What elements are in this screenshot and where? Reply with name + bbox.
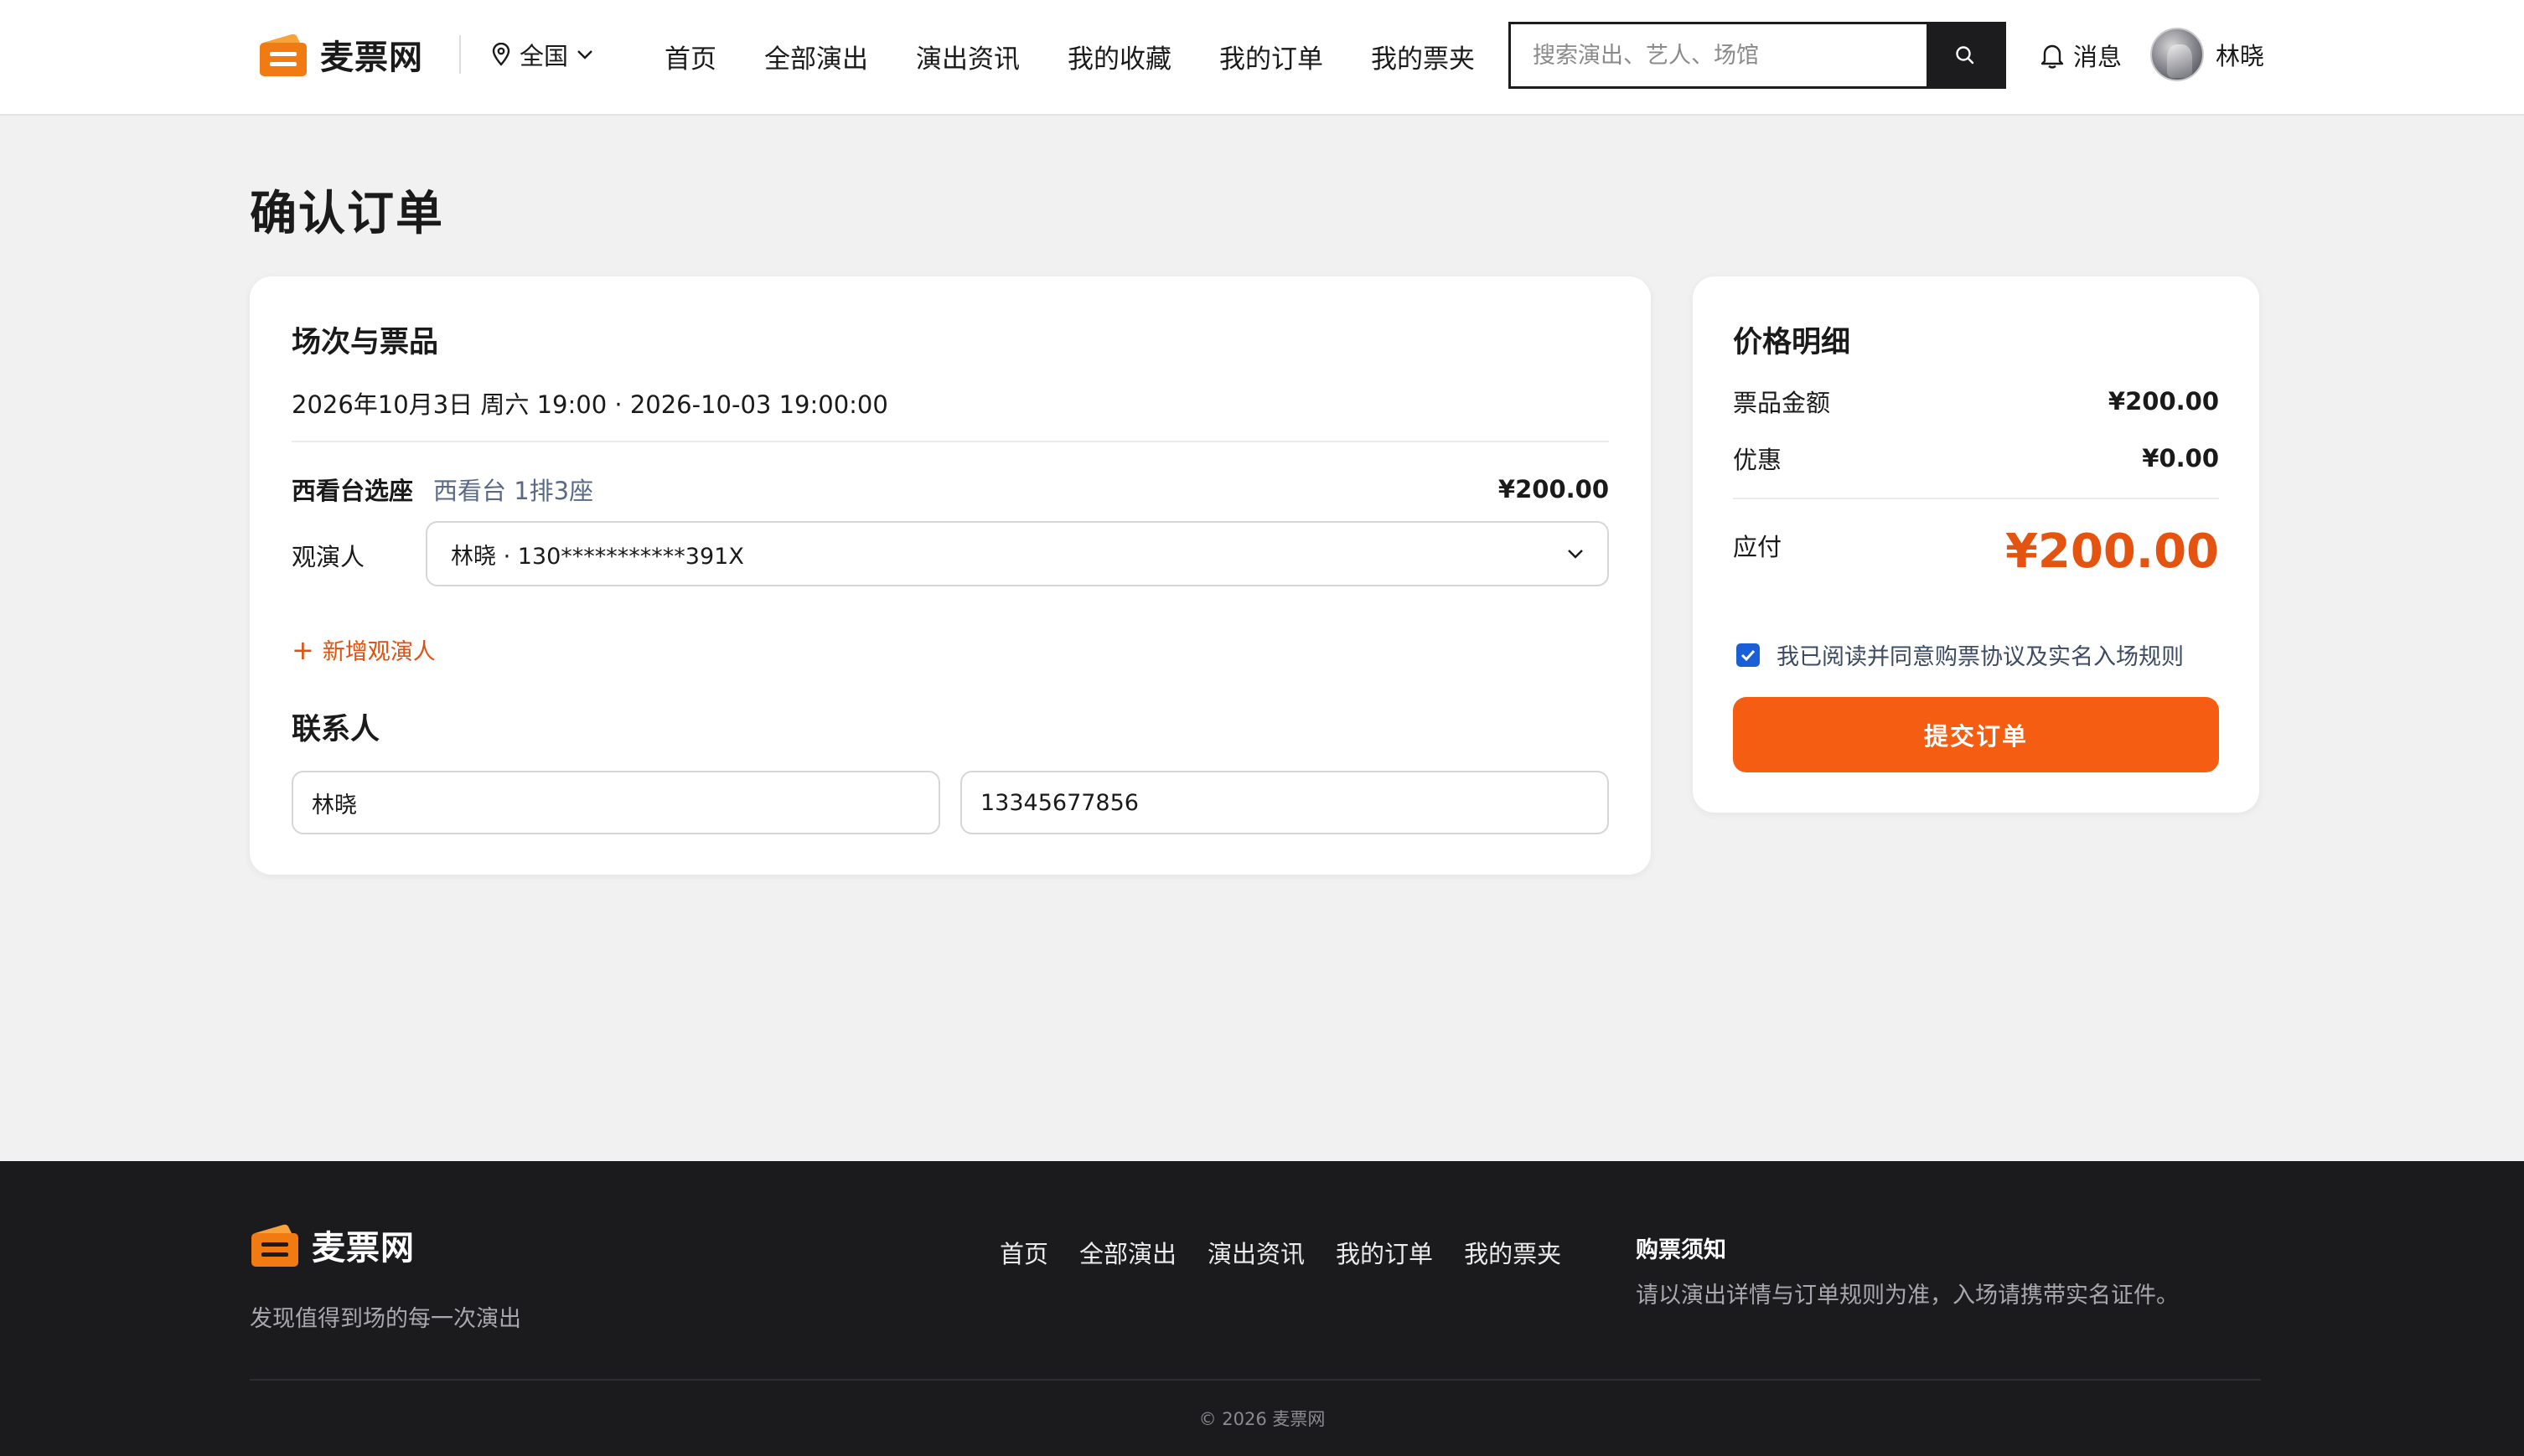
main-nav: 首页 全部演出 演出资讯 我的收藏 我的订单 我的票夹 bbox=[665, 34, 1523, 79]
ticket-stack-icon bbox=[251, 1224, 298, 1267]
search-icon bbox=[1956, 46, 1974, 65]
footer-nav-orders[interactable]: 我的订单 bbox=[1336, 1235, 1433, 1270]
order-card: 场次与票品 2026年10月3日 周六 19:00 · 2026-10-03 1… bbox=[250, 276, 1651, 875]
ticket-amount-row: 票品金额 ¥200.00 bbox=[1733, 384, 2219, 419]
chevron-down-icon bbox=[1568, 550, 1583, 559]
submit-order-button[interactable]: 提交订单 bbox=[1733, 697, 2219, 772]
footer: 麦票网 发现值得到场的每一次演出 首页 全部演出 演出资讯 我的订单 我的票夹 … bbox=[0, 1161, 2524, 1456]
checkbox-checked-icon bbox=[1736, 643, 1760, 667]
page-title: 确认订单 bbox=[250, 187, 444, 241]
contact-section-title: 联系人 bbox=[292, 713, 380, 746]
city-label: 全国 bbox=[520, 42, 569, 70]
footer-notice-title: 购票须知 bbox=[1636, 1237, 1726, 1263]
price-divider bbox=[1733, 498, 2219, 499]
ticket-name: 西看台选座 bbox=[292, 477, 414, 505]
nav-orders[interactable]: 我的订单 bbox=[1219, 38, 1323, 75]
footer-logo[interactable]: 麦票网 bbox=[250, 1220, 415, 1270]
footer-nav-all-shows[interactable]: 全部演出 bbox=[1079, 1235, 1177, 1270]
footer-divider bbox=[250, 1379, 2261, 1381]
nav-favorites[interactable]: 我的收藏 bbox=[1068, 38, 1171, 75]
price-card: 价格明细 票品金额 ¥200.00 优惠 ¥0.00 应付 ¥200.00 我已… bbox=[1693, 276, 2259, 813]
copyright: © 2026 麦票网 bbox=[1198, 1409, 1326, 1429]
messages-button[interactable]: 消息 bbox=[2040, 37, 2122, 74]
search-bar bbox=[1508, 22, 2006, 89]
nav-all-shows[interactable]: 全部演出 bbox=[764, 38, 868, 75]
search-input[interactable] bbox=[1511, 24, 1927, 86]
nav-ticket-wallet[interactable]: 我的票夹 bbox=[1371, 38, 1475, 75]
ticket-row: 西看台选座 西看台 1排3座 ¥200.00 bbox=[292, 471, 1609, 508]
chevron-down-icon bbox=[577, 50, 592, 59]
brand-name: 麦票网 bbox=[320, 39, 423, 77]
city-selector[interactable]: 全国 bbox=[491, 34, 602, 75]
footer-nav-news[interactable]: 演出资讯 bbox=[1208, 1235, 1305, 1270]
top-header: 麦票网 全国 首页 全部演出 演出资讯 我的收藏 我的订单 我的票夹 搜索演出、… bbox=[0, 0, 2524, 116]
contact-phone-field[interactable]: 13345677856 bbox=[960, 771, 1609, 834]
footer-tagline: 发现值得到场的每一次演出 bbox=[250, 1306, 521, 1332]
viewer-label: 观演人 bbox=[292, 543, 365, 571]
ticket-price: ¥200.00 bbox=[1497, 475, 1609, 503]
footer-brand-name: 麦票网 bbox=[312, 1229, 415, 1268]
ticket-seat: 西看台 1排3座 bbox=[433, 477, 594, 505]
footer-nav: 首页 全部演出 演出资讯 我的订单 我的票夹 bbox=[1000, 1235, 1592, 1270]
section-divider bbox=[292, 441, 1609, 442]
plus-icon: + bbox=[292, 633, 314, 666]
contact-name-field[interactable]: 林晓 bbox=[292, 771, 940, 834]
bell-icon bbox=[2040, 44, 2064, 69]
session-datetime: 2026年10月3日 周六 19:00 · 2026-10-03 19:00:0… bbox=[292, 390, 888, 419]
ticket-amount-label: 票品金额 bbox=[1733, 389, 1831, 417]
payable-label: 应付 bbox=[1733, 533, 1782, 561]
location-pin-icon bbox=[492, 43, 510, 66]
add-viewer-button[interactable]: + 新增观演人 bbox=[292, 633, 436, 666]
viewer-selected-value: 林晓 · 130***********391X bbox=[451, 543, 744, 570]
messages-label: 消息 bbox=[2073, 43, 2123, 71]
ticket-amount-value: ¥200.00 bbox=[2108, 387, 2219, 416]
viewer-select[interactable]: 林晓 · 130***********391X bbox=[426, 521, 1609, 586]
agreement-checkbox[interactable]: 我已阅读并同意购票协议及实名入场规则 bbox=[1736, 638, 2184, 671]
user-name: 林晓 bbox=[2216, 42, 2265, 70]
discount-value: ¥0.00 bbox=[2142, 444, 2219, 472]
payable-amount: ¥200.00 bbox=[2004, 524, 2219, 579]
search-button[interactable] bbox=[1927, 24, 2004, 86]
price-section-title: 价格明细 bbox=[1733, 326, 1851, 359]
discount-label: 优惠 bbox=[1733, 446, 1782, 474]
nav-home[interactable]: 首页 bbox=[665, 38, 716, 75]
footer-notice-text: 请以演出详情与订单规则为准，入场请携带实名证件。 bbox=[1636, 1283, 2179, 1309]
agreement-text: 我已阅读并同意购票协议及实名入场规则 bbox=[1777, 644, 2184, 670]
nav-news[interactable]: 演出资讯 bbox=[916, 38, 1020, 75]
user-menu[interactable]: 林晓 bbox=[2150, 27, 2264, 82]
session-section-title: 场次与票品 bbox=[292, 326, 439, 359]
avatar bbox=[2150, 28, 2204, 81]
ticket-stack-icon bbox=[260, 34, 307, 76]
header-divider bbox=[459, 35, 461, 74]
add-viewer-label: 新增观演人 bbox=[322, 639, 436, 665]
brand-logo[interactable]: 麦票网 bbox=[258, 25, 423, 84]
footer-nav-ticket-wallet[interactable]: 我的票夹 bbox=[1464, 1235, 1561, 1270]
footer-nav-home[interactable]: 首页 bbox=[1000, 1235, 1048, 1270]
discount-row: 优惠 ¥0.00 bbox=[1733, 441, 2219, 476]
